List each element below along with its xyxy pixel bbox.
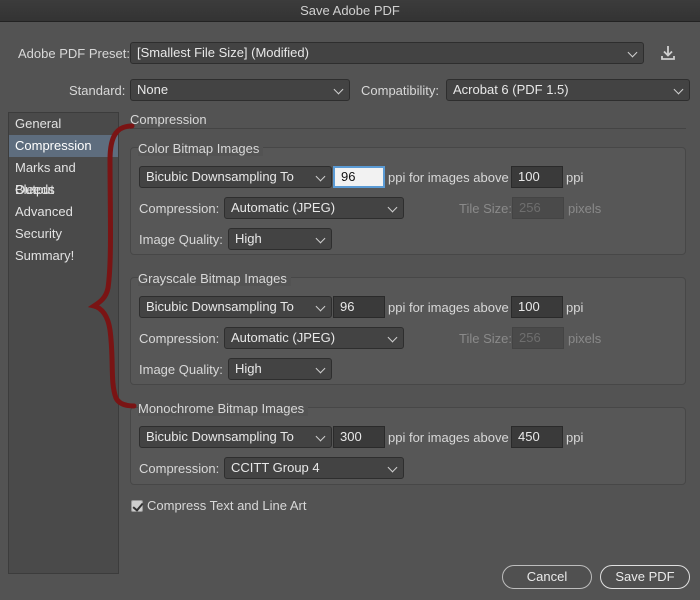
gray-quality-select[interactable]: High [228,358,332,380]
standard-select[interactable]: None [130,79,350,101]
compatibility-select[interactable]: Acrobat 6 (PDF 1.5) [446,79,690,101]
standard-value: None [137,82,169,97]
preset-label: Adobe PDF Preset: [18,46,130,61]
gray-ppi-above-label: ppi for images above [388,300,509,315]
color-compression-value: Automatic (JPEG) [231,200,336,215]
gray-tile-input: 256 [512,327,564,349]
preset-value: [Smallest File Size] (Modified) [137,45,309,60]
color-quality-select[interactable]: High [228,228,332,250]
gray-tile-label: Tile Size: [459,331,512,346]
gray-compression-select[interactable]: Automatic (JPEG) [224,327,404,349]
annotation-brace-mark [88,123,137,409]
chevron-down-icon [315,171,326,182]
save-pdf-button[interactable]: Save PDF [600,565,690,589]
gray-downsampling-select[interactable]: Bicubic Downsampling To [139,296,332,318]
chevron-down-icon [315,233,326,244]
save-pdf-dialog: Adobe PDF Preset: [Smallest File Size] (… [0,22,700,600]
mono-downsampling-select[interactable]: Bicubic Downsampling To [139,426,332,448]
gray-downsampling-value: Bicubic Downsampling To [146,299,294,314]
mono-compression-select[interactable]: CCITT Group 4 [224,457,404,479]
color-tile-label: Tile Size: [459,201,512,216]
chevron-down-icon [387,332,398,343]
color-downsampling-select[interactable]: Bicubic Downsampling To [139,166,332,188]
chevron-down-icon [315,363,326,374]
mono-compression-label: Compression: [139,461,220,476]
color-tile-input: 256 [512,197,564,219]
color-downsampling-value: Bicubic Downsampling To [146,169,294,184]
mono-group-title: Monochrome Bitmap Images [138,401,309,416]
chevron-down-icon [315,431,326,442]
chevron-down-icon [315,301,326,312]
chevron-down-icon [387,202,398,213]
gray-quality-value: High [235,361,262,376]
color-ppi-label: ppi [566,170,584,185]
download-icon[interactable] [657,42,679,64]
chevron-down-icon [673,84,684,95]
color-above-input[interactable]: 100 [511,166,563,188]
chevron-down-icon [333,84,344,95]
color-ppi-input[interactable]: 96 [333,166,385,188]
chevron-down-icon [627,47,638,58]
panel-title-divider [130,128,686,129]
chevron-down-icon [387,462,398,473]
color-compression-select[interactable]: Automatic (JPEG) [224,197,404,219]
mono-ppi-label: ppi [566,430,584,445]
gray-compression-label: Compression: [139,331,220,346]
panel-title: Compression [130,112,207,127]
color-ppi-above-label: ppi for images above [388,170,509,185]
cancel-button[interactable]: Cancel [502,565,592,589]
compress-text-label: Compress Text and Line Art [147,498,307,513]
compatibility-value: Acrobat 6 (PDF 1.5) [453,82,569,97]
color-pixels-label: pixels [568,201,602,216]
color-compression-label: Compression: [139,201,220,216]
mono-ppi-input[interactable]: 300 [333,426,385,448]
gray-ppi-label: ppi [566,300,584,315]
gray-quality-label: Image Quality: [139,362,223,377]
color-quality-value: High [235,231,262,246]
color-group-title: Color Bitmap Images [138,141,264,156]
mono-downsampling-value: Bicubic Downsampling To [146,429,294,444]
compatibility-label: Compatibility: [361,83,440,98]
compress-text-checkbox[interactable] [131,500,143,512]
window-title: Save Adobe PDF [0,0,700,22]
color-quality-label: Image Quality: [139,232,223,247]
gray-above-input[interactable]: 100 [511,296,563,318]
mono-compression-value: CCITT Group 4 [231,460,320,475]
mono-ppi-above-label: ppi for images above [388,430,509,445]
preset-select[interactable]: [Smallest File Size] (Modified) [130,42,644,64]
mono-above-input[interactable]: 450 [511,426,563,448]
gray-ppi-input[interactable]: 96 [333,296,385,318]
gray-group-title: Grayscale Bitmap Images [138,271,291,286]
standard-label: Standard: [69,83,126,98]
gray-compression-value: Automatic (JPEG) [231,330,336,345]
gray-pixels-label: pixels [568,331,602,346]
